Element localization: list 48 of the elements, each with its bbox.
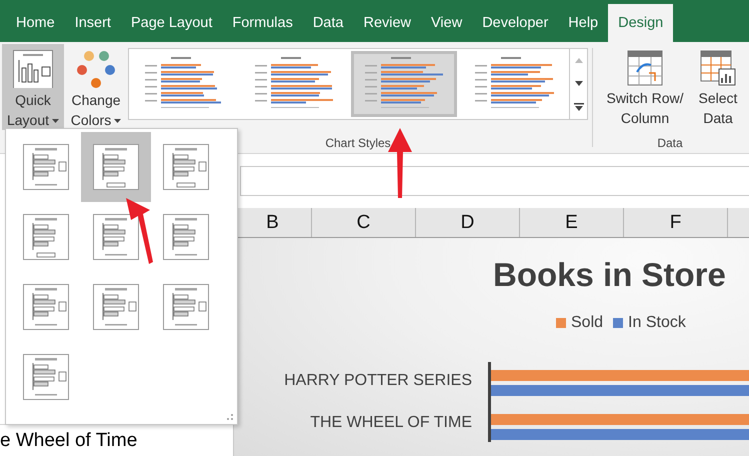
quick-layout-button[interactable]: Quick Layout	[2, 44, 64, 130]
select-data-button[interactable]: Select Data	[693, 44, 743, 130]
more-icon	[574, 103, 584, 112]
resize-grip-icon	[226, 413, 234, 421]
chart-layout-icon	[23, 354, 69, 400]
ribbon-tab[interactable]: Home	[6, 4, 65, 42]
ribbon-tab[interactable]: Formulas	[222, 4, 303, 42]
column-header[interactable]: C	[312, 208, 416, 237]
column-header[interactable]: E	[520, 208, 624, 237]
category-label: HARRY POTTER SERIES	[284, 372, 472, 390]
category-label: THE WHEEL OF TIME	[310, 414, 472, 432]
legend-label: In Stock	[628, 314, 686, 332]
chart-layout-icon	[93, 214, 139, 260]
caret-down-icon	[114, 119, 122, 124]
ribbon-tab[interactable]: Developer	[472, 4, 558, 42]
caret-down-icon	[52, 119, 60, 124]
group-label: Data	[657, 136, 683, 152]
formula-field[interactable]	[240, 166, 749, 196]
ribbon-tab[interactable]: View	[421, 4, 472, 42]
switch-row-column-button[interactable]: Switch Row/ Column	[597, 44, 693, 130]
chart-layout-icon	[163, 144, 209, 190]
color-dots-icon	[76, 50, 116, 88]
switch-table-icon	[627, 50, 663, 86]
column-header[interactable]: F	[624, 208, 728, 237]
ribbon-tab[interactable]: Insert	[64, 4, 121, 42]
layout-option[interactable]	[81, 132, 151, 202]
table-chart-icon	[700, 50, 736, 86]
caret-up-icon	[574, 58, 582, 64]
chart-layout-icon	[163, 214, 209, 260]
chart-layout-icon	[13, 50, 53, 88]
legend-label: Sold	[571, 314, 604, 332]
column-header[interactable]: D	[416, 208, 520, 237]
ribbon-tab[interactable]: Data	[302, 4, 354, 42]
chart-layout-icon	[23, 284, 69, 330]
chart-layout-icon	[93, 144, 139, 190]
ribbon-tab[interactable]: Page Layout	[120, 4, 222, 42]
chart-layout-icon	[93, 284, 139, 330]
chart-style-option[interactable]	[351, 51, 457, 117]
chart-title: Books in Store	[492, 256, 727, 294]
chart-layout-icon	[163, 284, 209, 330]
ribbon-tab[interactable]: Design	[608, 4, 674, 42]
caret-down-icon	[574, 81, 582, 86]
group-label: Chart Styles	[325, 136, 391, 152]
chart-layout-icon	[23, 214, 69, 260]
ribbon-tab[interactable]: Help	[558, 4, 608, 42]
chart-layout-icon	[23, 144, 69, 190]
ribbon-tab[interactable]: Review	[353, 4, 422, 42]
change-colors-button[interactable]: Change Colors	[64, 44, 128, 130]
